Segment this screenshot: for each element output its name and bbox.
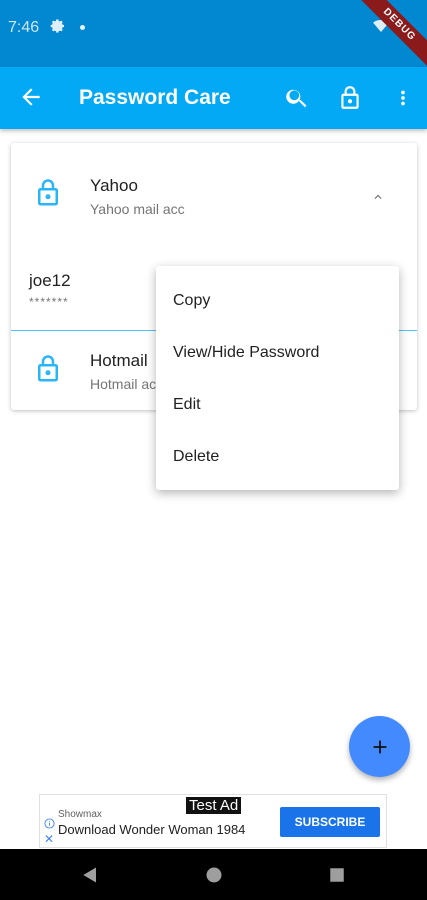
menu-item-edit[interactable]: Edit [173, 396, 201, 414]
menu-item-view-hide-password[interactable]: View/Hide Password [173, 344, 319, 362]
settings-gear-icon [50, 18, 66, 39]
close-icon[interactable]: ✕ [44, 832, 54, 846]
entry-password: ******* [29, 295, 69, 309]
add-button[interactable] [349, 716, 410, 777]
entry-username: joe12 [29, 271, 71, 290]
entry-name: Hotmail [90, 351, 148, 370]
home-nav-icon[interactable] [205, 866, 223, 889]
notification-dot-icon [80, 25, 85, 30]
more-vert-icon[interactable] [392, 85, 414, 116]
menu-item-delete[interactable]: Delete [173, 448, 219, 466]
search-icon[interactable] [284, 85, 310, 116]
ad-banner[interactable]: ✕ Showmax Download Wonder Woman 1984 Tes… [39, 794, 387, 848]
app-bar: Password Care [0, 67, 427, 129]
page-title: Password Care [79, 86, 231, 109]
entry-subtitle: Hotmail acc [90, 376, 164, 392]
lock-icon [33, 351, 63, 392]
entry-yahoo[interactable]: Yahoo Yahoo mail acc [11, 143, 417, 243]
ad-brand: Showmax [58, 809, 102, 820]
back-arrow-icon[interactable] [18, 84, 44, 115]
status-bar: 7:46 DEBUG [0, 0, 427, 67]
subscribe-button[interactable]: SUBSCRIBE [280, 807, 380, 837]
menu-item-copy[interactable]: Copy [173, 292, 210, 310]
entry-name: Yahoo [90, 176, 138, 195]
lock-icon[interactable] [337, 84, 363, 117]
status-time: 7:46 [8, 19, 40, 36]
back-nav-icon[interactable] [81, 866, 99, 889]
plus-icon [373, 740, 386, 753]
context-menu: Copy View/Hide Password Edit Delete [156, 266, 399, 490]
ad-text[interactable]: Download Wonder Woman 1984 [58, 822, 245, 837]
lock-icon [33, 175, 63, 216]
chevron-up-icon[interactable] [369, 190, 387, 209]
debug-ribbon: DEBUG [357, 0, 427, 67]
navigation-bar [0, 849, 427, 900]
entry-subtitle: Yahoo mail acc [90, 201, 185, 217]
test-ad-label: Test Ad [186, 797, 242, 814]
recents-nav-icon[interactable] [328, 866, 346, 889]
